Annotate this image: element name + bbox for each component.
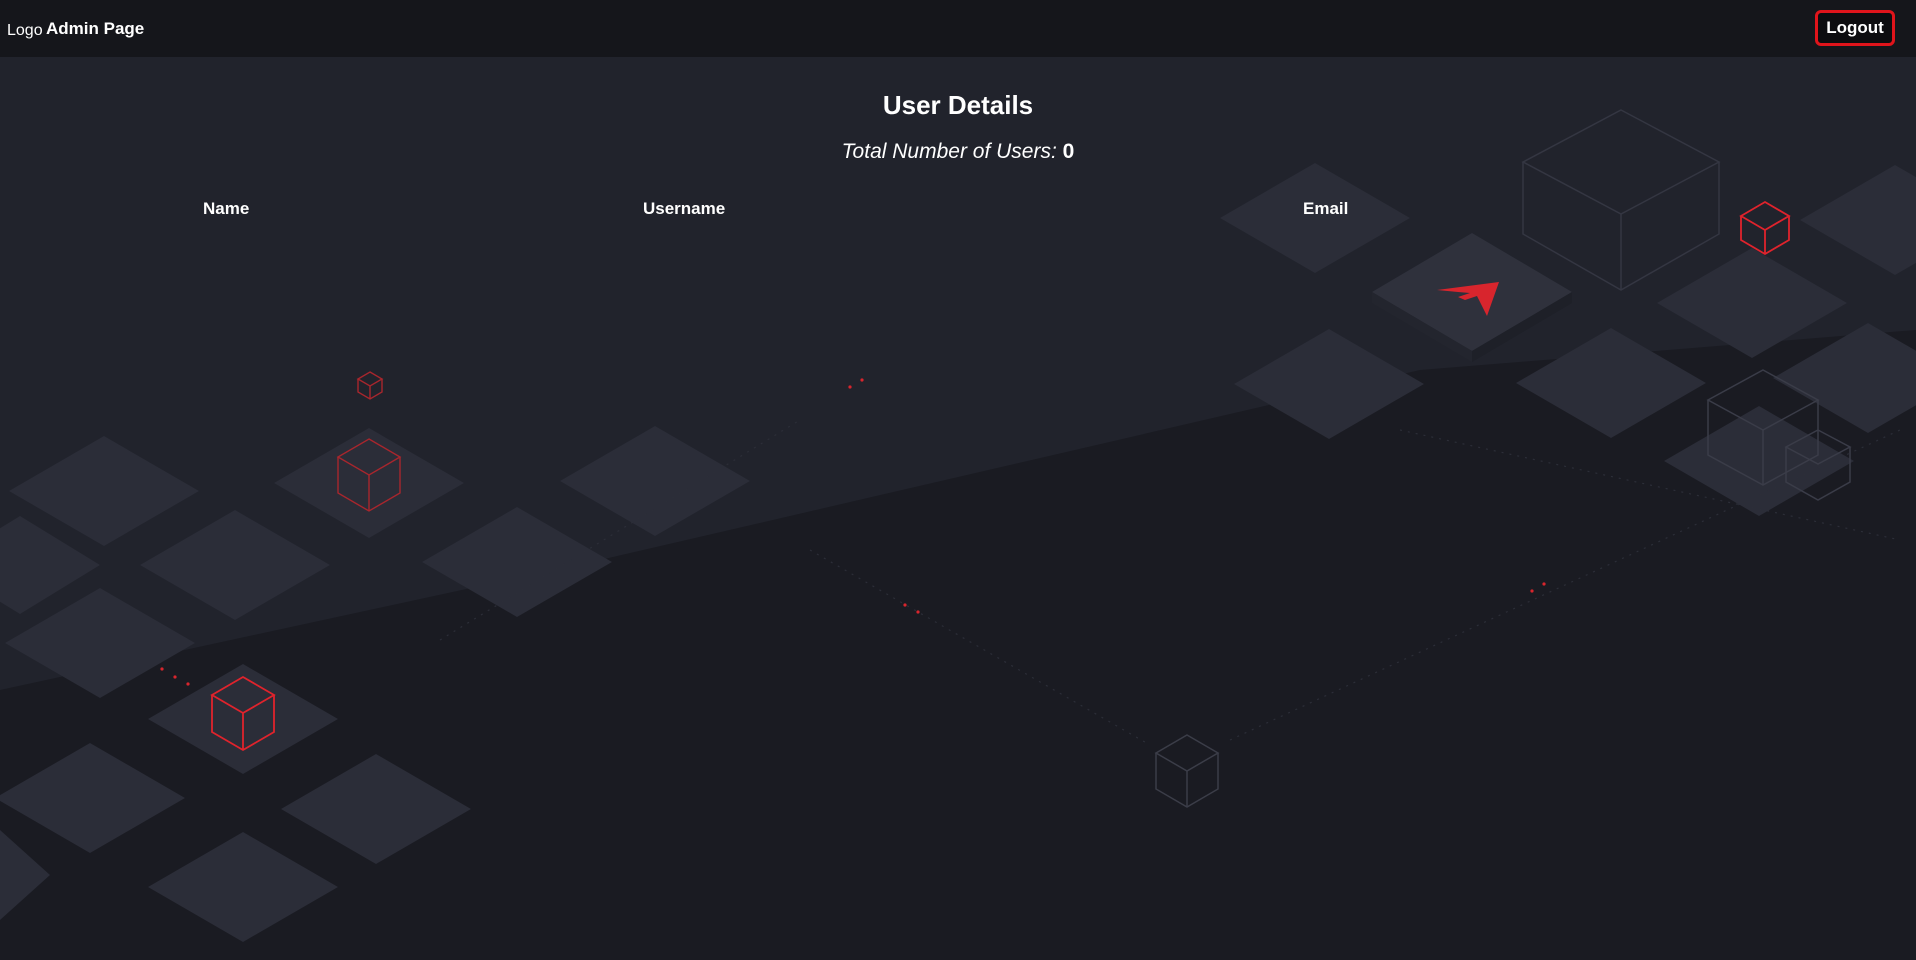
user-count-label: Total Number of Users: xyxy=(841,140,1057,163)
column-header-username: Username xyxy=(643,199,726,218)
user-count: Total Number of Users: 0 xyxy=(0,140,1916,164)
admin-page: Logo Admin Page Logout User Details Tota… xyxy=(0,0,1916,960)
nav-title[interactable]: Admin Page xyxy=(46,19,144,39)
logo[interactable]: Logo xyxy=(7,22,43,40)
top-navbar: Logo Admin Page Logout xyxy=(0,0,1916,57)
page-title: User Details xyxy=(882,90,1034,120)
user-count-value: 0 xyxy=(1062,140,1075,163)
column-header-email: Email xyxy=(1303,199,1349,218)
logout-button[interactable]: Logout xyxy=(1815,10,1895,46)
column-header-name: Name xyxy=(203,199,250,218)
